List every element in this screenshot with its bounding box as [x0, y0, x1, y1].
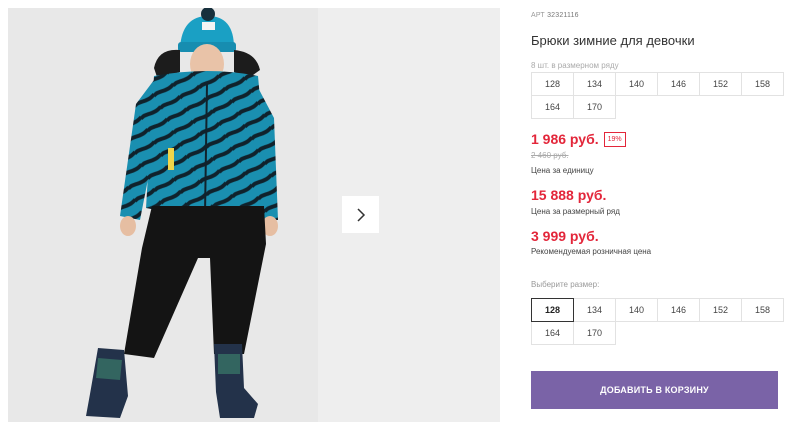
retail-price-caption: Рекомендуемая розничная цена: [531, 247, 652, 256]
unit-price: 1 986 руб.: [531, 131, 599, 147]
unit-price-caption: Цена за единицу: [531, 166, 594, 175]
article-label: АРТ: [531, 12, 545, 19]
product-photo[interactable]: [8, 8, 318, 422]
size-option[interactable]: 146: [657, 298, 700, 322]
chevron-right-icon: [356, 207, 365, 222]
size-range-grid: 128 134 140 146 152 158 164 170: [531, 72, 784, 119]
size-option[interactable]: 152: [699, 298, 742, 322]
product-page: АРТ 32321116 Брюки зимние для девочки 8 …: [0, 0, 800, 422]
size-selector: 128 134 140 146 152 158 164 170: [531, 298, 784, 345]
size-option[interactable]: 140: [615, 298, 658, 322]
article-value: 32321116: [547, 12, 579, 19]
retail-price: 3 999 руб.: [531, 228, 599, 244]
range-count-label: 8 шт. в размерном ряду: [531, 61, 619, 70]
price-row: 1 986 руб. 19%: [531, 131, 626, 147]
select-size-label: Выберите размер:: [531, 280, 600, 289]
range-size-cell: 140: [615, 72, 658, 96]
range-size-cell: 170: [573, 95, 616, 119]
size-option-selected[interactable]: 128: [531, 298, 574, 322]
discount-badge: 19%: [603, 131, 626, 147]
size-option[interactable]: 134: [573, 298, 616, 322]
model-illustration: [8, 8, 318, 422]
product-gallery: [0, 0, 500, 422]
size-option[interactable]: 164: [531, 321, 574, 345]
range-price-caption: Цена за размерный ряд: [531, 207, 620, 216]
next-image-button[interactable]: [342, 196, 379, 233]
range-size-cell: 158: [741, 72, 784, 96]
range-size-cell: 152: [699, 72, 742, 96]
old-price: 2 460 руб.: [531, 151, 569, 160]
add-to-cart-button[interactable]: ДОБАВИТЬ В КОРЗИНУ: [531, 371, 778, 409]
size-option[interactable]: 158: [741, 298, 784, 322]
size-option[interactable]: 170: [573, 321, 616, 345]
range-size-cell: 134: [573, 72, 616, 96]
article-number: АРТ 32321116: [531, 12, 579, 19]
range-size-cell: 146: [657, 72, 700, 96]
range-size-cell: 128: [531, 72, 574, 96]
product-title: Брюки зимние для девочки: [531, 33, 695, 48]
range-price: 15 888 руб.: [531, 187, 607, 203]
range-size-cell: 164: [531, 95, 574, 119]
